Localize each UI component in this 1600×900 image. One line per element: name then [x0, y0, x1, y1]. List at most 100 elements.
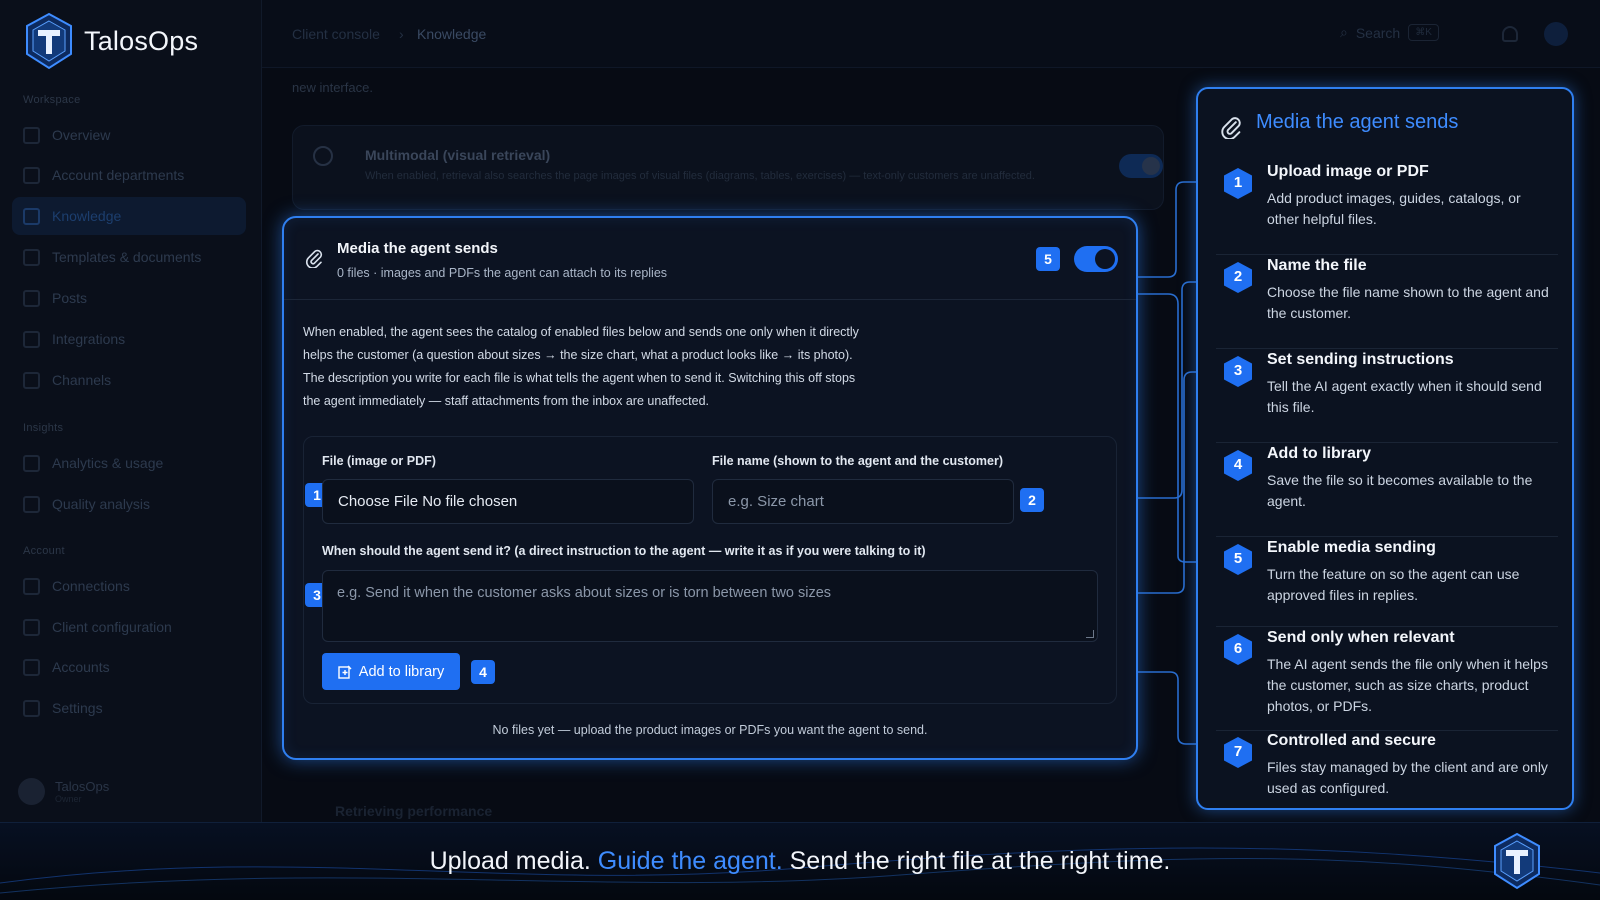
sidebar-item-analytics[interactable]: Analytics & usage: [12, 444, 246, 482]
file-name-label: File name (shown to the agent and the cu…: [712, 454, 1004, 468]
sidebar-item-account-departments[interactable]: Account departments: [12, 156, 246, 194]
file-input[interactable]: Choose File No file chosen: [322, 479, 694, 524]
step-title: Name the file: [1267, 257, 1367, 274]
step-description: Save the file so it becomes available to…: [1267, 472, 1533, 509]
banner-tagline: Upload media. Guide the agent. Send the …: [0, 847, 1600, 876]
file-label: File (image or PDF): [322, 454, 436, 468]
search-icon: ⌕: [1340, 24, 1348, 40]
step-item-2: 2 Name the file Choose the file name sho…: [1216, 257, 1558, 349]
empty-state: No files yet — upload the product images…: [492, 723, 928, 737]
channels-icon: [23, 371, 40, 389]
breadcrumb-separator: ›: [399, 26, 404, 42]
step-description: Files stay managed by the client and are…: [1267, 759, 1548, 796]
section-label-workspace: Workspace: [23, 94, 81, 106]
step-title: Send only when relevant: [1267, 629, 1455, 646]
step-number-badge: 1: [1224, 168, 1252, 199]
users-icon: [23, 658, 40, 676]
step-title: Add to library: [1267, 445, 1372, 462]
step-description: The AI agent sends the file only when it…: [1267, 656, 1548, 714]
departments-icon: [23, 166, 40, 184]
search-label: Search: [1355, 24, 1401, 41]
file-name-input[interactable]: e.g. Size chart: [712, 479, 1014, 524]
instruction-placeholder: e.g. Send it when the customer asks abou…: [337, 585, 832, 601]
sidebar-item-integrations[interactable]: Integrations: [12, 320, 246, 358]
breadcrumb-client-console[interactable]: Client console: [292, 26, 380, 42]
search-shortcut: ⌘K: [1408, 24, 1439, 41]
tagline-part-1: Upload media.: [429, 847, 591, 875]
sliders-icon: [23, 618, 40, 636]
paperclip-icon: [306, 249, 323, 268]
step-number-badge: 6: [1224, 634, 1252, 665]
steps-panel: Media the agent sends 1 Upload image or …: [1196, 87, 1574, 810]
user-menu[interactable]: TalosOps Owner: [18, 778, 109, 805]
instruction-label: When should the agent send it? (a direct…: [322, 544, 926, 558]
sidebar-item-overview[interactable]: Overview: [12, 116, 246, 154]
sidebar-item-settings[interactable]: Settings: [12, 689, 246, 727]
card-header: Media the agent sends 0 files · images a…: [284, 218, 1136, 300]
section-label-account: Account: [23, 545, 65, 557]
media-agent-sends-card: Media the agent sends 0 files · images a…: [282, 216, 1138, 760]
section-label-insights: Insights: [23, 422, 64, 434]
sidebar-item-accounts[interactable]: Accounts: [12, 648, 246, 686]
card-subtitle: 0 files · images and PDFs the agent can …: [337, 266, 668, 280]
avatar[interactable]: [1544, 22, 1568, 46]
step-badge-5: 5: [1036, 247, 1060, 271]
sidebar-item-channels[interactable]: Channels: [12, 361, 246, 399]
bottom-banner: Upload media. Guide the agent. Send the …: [0, 822, 1600, 900]
shield-icon: [23, 495, 40, 513]
instruction-textarea[interactable]: e.g. Send it when the customer asks abou…: [322, 570, 1098, 642]
brand-name: TalosOps: [84, 25, 199, 56]
step-number-badge: 3: [1224, 356, 1252, 387]
avatar: [18, 778, 45, 805]
sidebar-item-connections[interactable]: Connections: [12, 567, 246, 605]
tagline-part-3: Send the right file at the right time.: [789, 847, 1171, 875]
multimodal-description: When enabled, retrieval also searches th…: [365, 170, 1035, 182]
multimodal-toggle[interactable]: [1119, 154, 1163, 178]
media-sending-toggle[interactable]: [1074, 246, 1118, 272]
resize-handle-icon[interactable]: [1086, 630, 1094, 638]
step-title: Controlled and secure: [1267, 732, 1436, 749]
overview-icon: [23, 126, 40, 144]
step-title: Enable media sending: [1267, 539, 1436, 556]
step-number-badge: 2: [1224, 262, 1252, 293]
sidebar-item-posts[interactable]: Posts: [12, 279, 246, 317]
talosops-logo-icon: [1494, 832, 1540, 890]
step-item-3: 3 Set sending instructions Tell the AI a…: [1216, 351, 1558, 443]
multimodal-card: Multimodal (visual retrieval) When enabl…: [292, 125, 1164, 210]
breadcrumb-knowledge: Knowledge: [417, 26, 487, 42]
sidebar-item-quality[interactable]: Quality analysis: [12, 485, 246, 523]
step-item-7: 7 Controlled and secure Files stay manag…: [1216, 732, 1558, 804]
chart-icon: [23, 454, 40, 472]
step-item-1: 1 Upload image or PDF Add product images…: [1216, 163, 1558, 255]
sidebar-item-templates[interactable]: Templates & documents: [12, 238, 246, 276]
multimodal-title: Multimodal (visual retrieval): [365, 147, 551, 163]
step-item-4: 4 Add to library Save the file so it bec…: [1216, 445, 1558, 537]
step-badge-4: 4: [471, 660, 495, 684]
card-title: Media the agent sends: [337, 240, 498, 257]
gear-icon: [23, 699, 40, 717]
user-role: Owner: [55, 794, 82, 804]
card-description: When enabled, the agent sees the catalog…: [303, 325, 859, 408]
panel-title: Media the agent sends: [1256, 111, 1459, 133]
step-badge-2: 2: [1020, 488, 1044, 512]
search-button[interactable]: ⌕ Search ⌘K: [1340, 24, 1439, 41]
step-number-badge: 5: [1224, 544, 1252, 575]
add-to-library-label: Add to library: [358, 663, 445, 680]
step-title: Upload image or PDF: [1267, 163, 1429, 180]
paperclip-icon: [1221, 117, 1241, 139]
add-to-library-button[interactable]: Add to library: [322, 653, 460, 690]
book-icon: [23, 207, 40, 225]
sidebar: TalosOps Workspace Overview Account depa…: [0, 0, 262, 822]
step-number-badge: 4: [1224, 450, 1252, 481]
sidebar-item-knowledge[interactable]: Knowledge: [12, 197, 246, 235]
step-title: Set sending instructions: [1267, 351, 1454, 368]
add-file-icon: [338, 665, 352, 679]
step-description: Tell the AI agent exactly when it should…: [1267, 378, 1542, 415]
template-icon: [23, 248, 40, 266]
puzzle-icon: [23, 330, 40, 348]
brand[interactable]: TalosOps: [24, 12, 198, 70]
step-item-5: 5 Enable media sending Turn the feature …: [1216, 539, 1558, 627]
next-card-title: Retrieving performance: [335, 803, 493, 819]
bell-icon[interactable]: [1502, 26, 1518, 42]
sidebar-item-client-config[interactable]: Client configuration: [12, 608, 246, 646]
